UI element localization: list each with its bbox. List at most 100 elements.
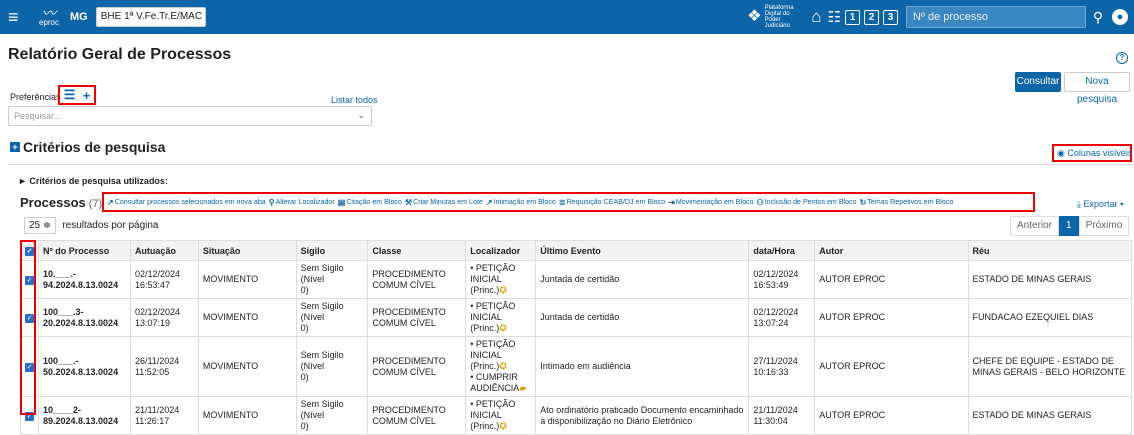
shortcut-1-button[interactable]: 1 [845,9,860,25]
bulk-action-8[interactable]: ↻ Temas Repetivos em Bloco [860,198,954,207]
pager-prev-button[interactable]: Anterior [1010,216,1060,236]
per-page-select[interactable]: 25 ≑ [24,217,57,234]
state-label: MG [70,11,88,23]
localizador-line[interactable]: (Princ.) [470,323,499,333]
bulk-action-7[interactable]: ⚇ Inclusão de Peritos em Bloco [757,198,857,207]
table-row[interactable]: ✓ 100___.- 50.2024.8.13.0024 26/11/2024 11:5… [20,336,1133,397]
classe-line1: PROCEDIMENTO [372,404,446,415]
bulk-action-icon: ⚇ [756,197,764,207]
help-icon[interactable]: ? [1116,52,1128,64]
table-row[interactable]: ✓ 10.___.- 94.2024.8.13.0024 02/12/2024 16:5… [20,260,1133,299]
process-number-link[interactable]: 100___.3- 20.2024.8.13.0024 [43,307,118,328]
shortcut-3-button[interactable]: 3 [883,9,898,25]
colunas-visiveis-button[interactable]: ◉ Colunas visíveis [1052,144,1132,162]
inbox-icon[interactable]: ☷ [828,8,841,26]
process-search-input[interactable]: Nº de processo [906,6,1086,28]
process-number-link[interactable]: 10.___.- 94.2024.8.13.0024 [43,269,118,290]
user-icon[interactable]: ● [1112,9,1128,25]
localizador-line[interactable]: (Princ.) [470,361,499,371]
bulk-action-1[interactable]: ⚲ Alterar Localizador [269,198,335,207]
table-row[interactable]: ✓ 10____2- 89.2024.8.13.0024 21/11/2024 11:2… [20,396,1133,435]
preferences-search-select[interactable]: Pesquisar... ⌄ [8,106,372,126]
bulk-action-4[interactable]: ↗ Intimação em Bloco [486,198,556,207]
autor-cell[interactable]: AUTOR EPROC [819,312,885,322]
column-header-2[interactable]: Situação [197,240,297,261]
localizador-line[interactable]: • PETIÇÃO INICIAL [470,301,515,322]
process-number-link[interactable]: 10____2- 89.2024.8.13.0024 [43,405,118,426]
bulk-action-icon: ⚲ [268,197,275,207]
evento-date: 21/11/2024 [753,404,798,415]
localizador-line[interactable]: (Princ.) [470,421,499,431]
bulk-action-2[interactable]: ▤ Citação em Bloco [338,198,402,207]
autor-cell[interactable]: AUTOR EPROC [819,410,885,420]
column-header-8[interactable]: Autor [814,240,969,261]
shortcut-2-button[interactable]: 2 [864,9,879,25]
list-icon[interactable]: ☰ [64,87,76,103]
court-unit-select[interactable]: BHE 1ª V.Fe.Tr.E/MAC ≑ [95,7,206,27]
bulk-action-5[interactable]: ≣ Requisição CEAB/DJ em Bloco [559,198,665,207]
classe-line1: PROCEDIMENTO [372,355,446,366]
localizador-line[interactable]: • PETIÇÃO INICIAL [470,399,515,420]
row-checkbox[interactable]: ✓ [25,363,34,372]
ppe-logo[interactable]: ❖ Plataforma Digital do Poder Judiciário [747,5,807,29]
expand-icon[interactable]: + [10,142,20,152]
listar-todos-link[interactable]: Listar todos [331,95,378,105]
select-all-checkbox[interactable]: ✓ [20,240,39,261]
process-number-part1: 100___.3- [43,306,84,317]
lightbulb-icon[interactable]: ✪ [499,361,507,371]
row-checkbox[interactable]: ✓ [25,314,34,323]
exportar-button[interactable]: ⤓ Exportar ▾ [1077,199,1124,210]
folder-icon[interactable]: ▰ [519,383,526,393]
nova-pesquisa-button[interactable]: Nova pesquisa [1064,72,1130,105]
column-header-3[interactable]: Sigilo [295,240,369,261]
localizador-line[interactable]: • PETIÇÃO INICIAL [470,339,515,360]
column-header-7[interactable]: data/Hora [748,240,816,261]
autor-cell[interactable]: AUTOR EPROC [819,274,885,284]
bulk-action-icon: ⚒ [404,197,413,207]
reu-line[interactable]: MINAS GERAIS - BELO HORIZONTE [973,367,1126,377]
lightbulb-icon[interactable]: ✪ [499,323,507,333]
consultar-button[interactable]: Consultar [1015,72,1061,92]
column-header-4[interactable]: Classe [367,240,467,261]
reu-line[interactable]: CHEFE DE EQUIPE - ESTADO DE [973,356,1114,366]
row-checkbox[interactable]: ✓ [25,412,34,421]
process-number-link[interactable]: 100___.- 50.2024.8.13.0024 [43,356,118,377]
sigilo-line2: 0) [300,421,309,431]
autor-cell[interactable]: AUTOR EPROC [819,361,885,371]
bulk-action-label: Citação em Bloco [346,198,402,206]
column-header-5[interactable]: Localizador [465,240,537,261]
localizador-line[interactable]: • CUMPRIR [470,372,518,382]
home-icon[interactable]: ⌂ [811,7,821,27]
add-icon[interactable]: + [83,88,91,103]
column-header-6[interactable]: Último Evento [535,240,750,261]
lightbulb-icon[interactable]: ✪ [499,285,507,295]
row-checkbox[interactable]: ✓ [25,276,34,285]
column-header-1[interactable]: Autuação [129,240,199,261]
bulk-action-6[interactable]: ⇥ Movimentação em Bloco [668,198,753,207]
table-row[interactable]: ✓ 100___.3- 20.2024.8.13.0024 02/12/2024 13:… [20,298,1133,337]
localizador-line[interactable]: (Princ.) [470,285,499,295]
localizador-line[interactable]: • PETIÇÃO INICIAL [470,263,515,284]
situacao-cell: MOVIMENTO [202,410,259,420]
reu-line[interactable]: ESTADO DE MINAS GERAIS [973,274,1092,284]
criterios-utilizados-toggle[interactable]: ► Critérios de pesquisa utilizados: [18,176,168,186]
column-header-9[interactable]: Réu [967,240,1133,261]
pager-page-1[interactable]: 1 [1059,216,1079,236]
criterios-section-title[interactable]: + Critérios de pesquisa [10,139,165,155]
bulk-action-icon: ↗ [107,197,114,207]
sigilo-line2: 0) [300,372,309,382]
localizador-line[interactable]: AUDIÊNCIA [470,383,519,393]
pager-next-button[interactable]: Próximo [1078,216,1130,236]
search-icon[interactable]: ⚲ [1088,9,1108,26]
lightbulb-icon[interactable]: ✪ [499,421,507,431]
hamburger-menu-icon[interactable]: ≡ [8,8,28,26]
table-header-row: ✓ Nº do Processo Autuação Situação Sigilo Cl… [20,240,1133,261]
reu-line[interactable]: ESTADO DE MINAS GERAIS [973,410,1092,420]
column-header-0[interactable]: Nº do Processo [38,240,131,261]
reu-line[interactable]: FUNDACAO EZEQUIEL DIAS [973,312,1094,322]
bulk-action-0[interactable]: ↗ Consultar processos selecionados em nov… [107,198,266,207]
process-number-part1: 10.___.- [43,268,77,279]
bulk-action-label: Temas Repetivos em Bloco [867,198,954,206]
eproc-logo[interactable]: 〰 eproc [38,6,60,27]
bulk-action-3[interactable]: ⚒ Criar Minutas em Lote [405,198,483,207]
